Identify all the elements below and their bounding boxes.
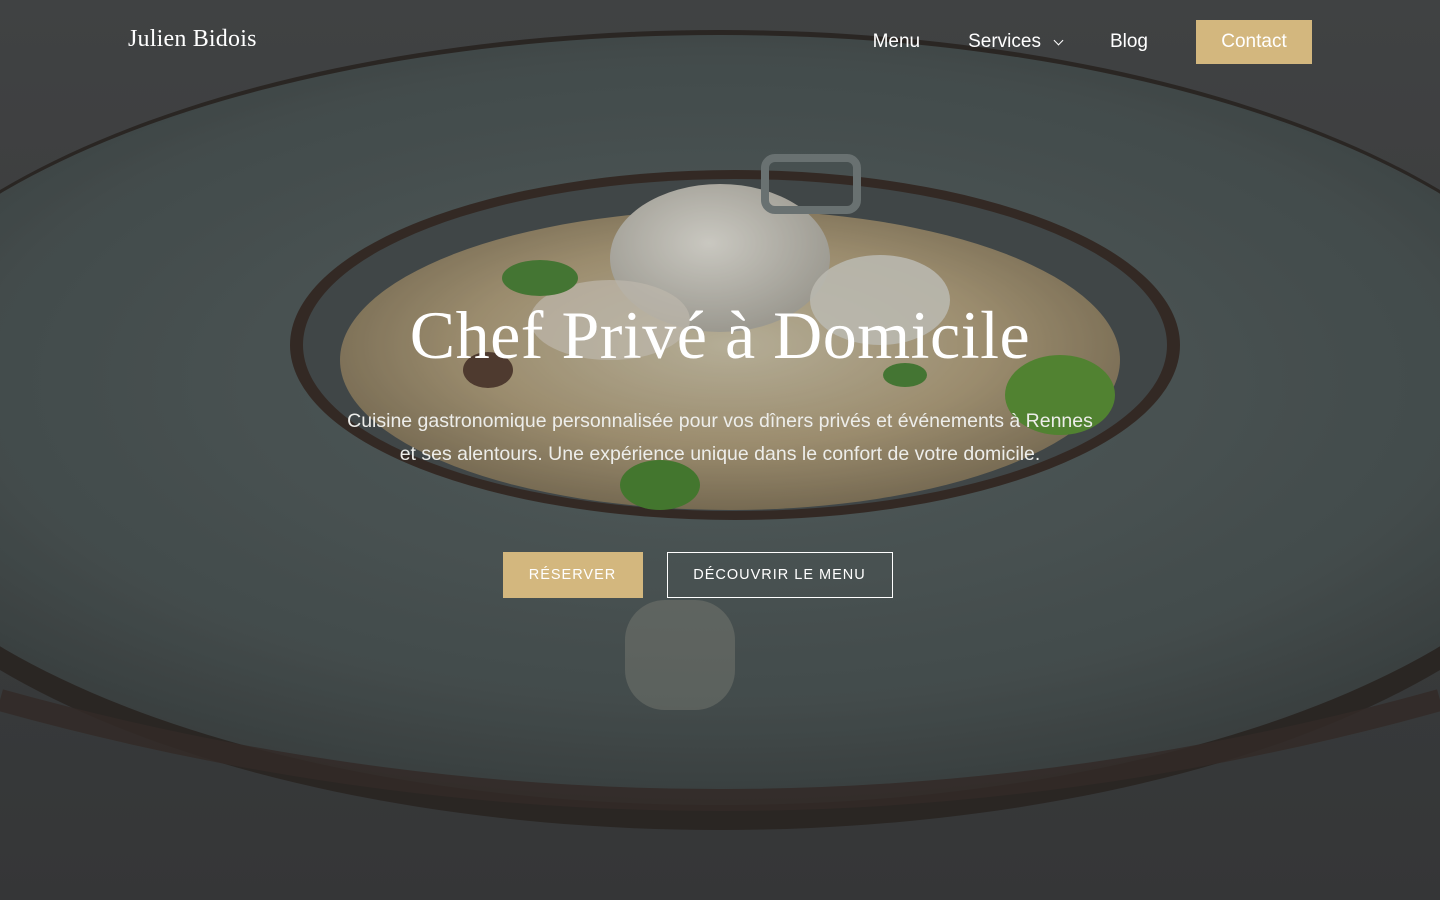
brand-logo[interactable]: Julien Bidois <box>128 26 257 53</box>
nav-item-label: Services <box>968 31 1041 52</box>
hero-subtitle: Cuisine gastronomique personnalisée pour… <box>347 410 1093 465</box>
contact-button[interactable]: Contact <box>1196 20 1312 64</box>
hero-cta-group: RÉSERVER DÉCOUVRIR LE MENU <box>0 552 1440 598</box>
site-header: Julien Bidois Menu Services Blog Contact <box>0 0 1440 84</box>
hero-title: Chef Privé à Domicile <box>409 297 1031 373</box>
nav-item-blog[interactable]: Blog <box>1110 31 1148 53</box>
discover-menu-button[interactable]: DÉCOUVRIR LE MENU <box>666 552 893 598</box>
main-nav: Menu Services Blog Contact <box>873 20 1312 64</box>
nav-item-menu[interactable]: Menu <box>873 31 921 53</box>
chevron-down-icon <box>1053 35 1064 45</box>
reserve-button[interactable]: RÉSERVER <box>502 552 643 598</box>
nav-item-services[interactable]: Services <box>968 31 1064 53</box>
nav-item-label: Blog <box>1109 31 1148 52</box>
nav-item-label: Menu <box>872 31 921 52</box>
